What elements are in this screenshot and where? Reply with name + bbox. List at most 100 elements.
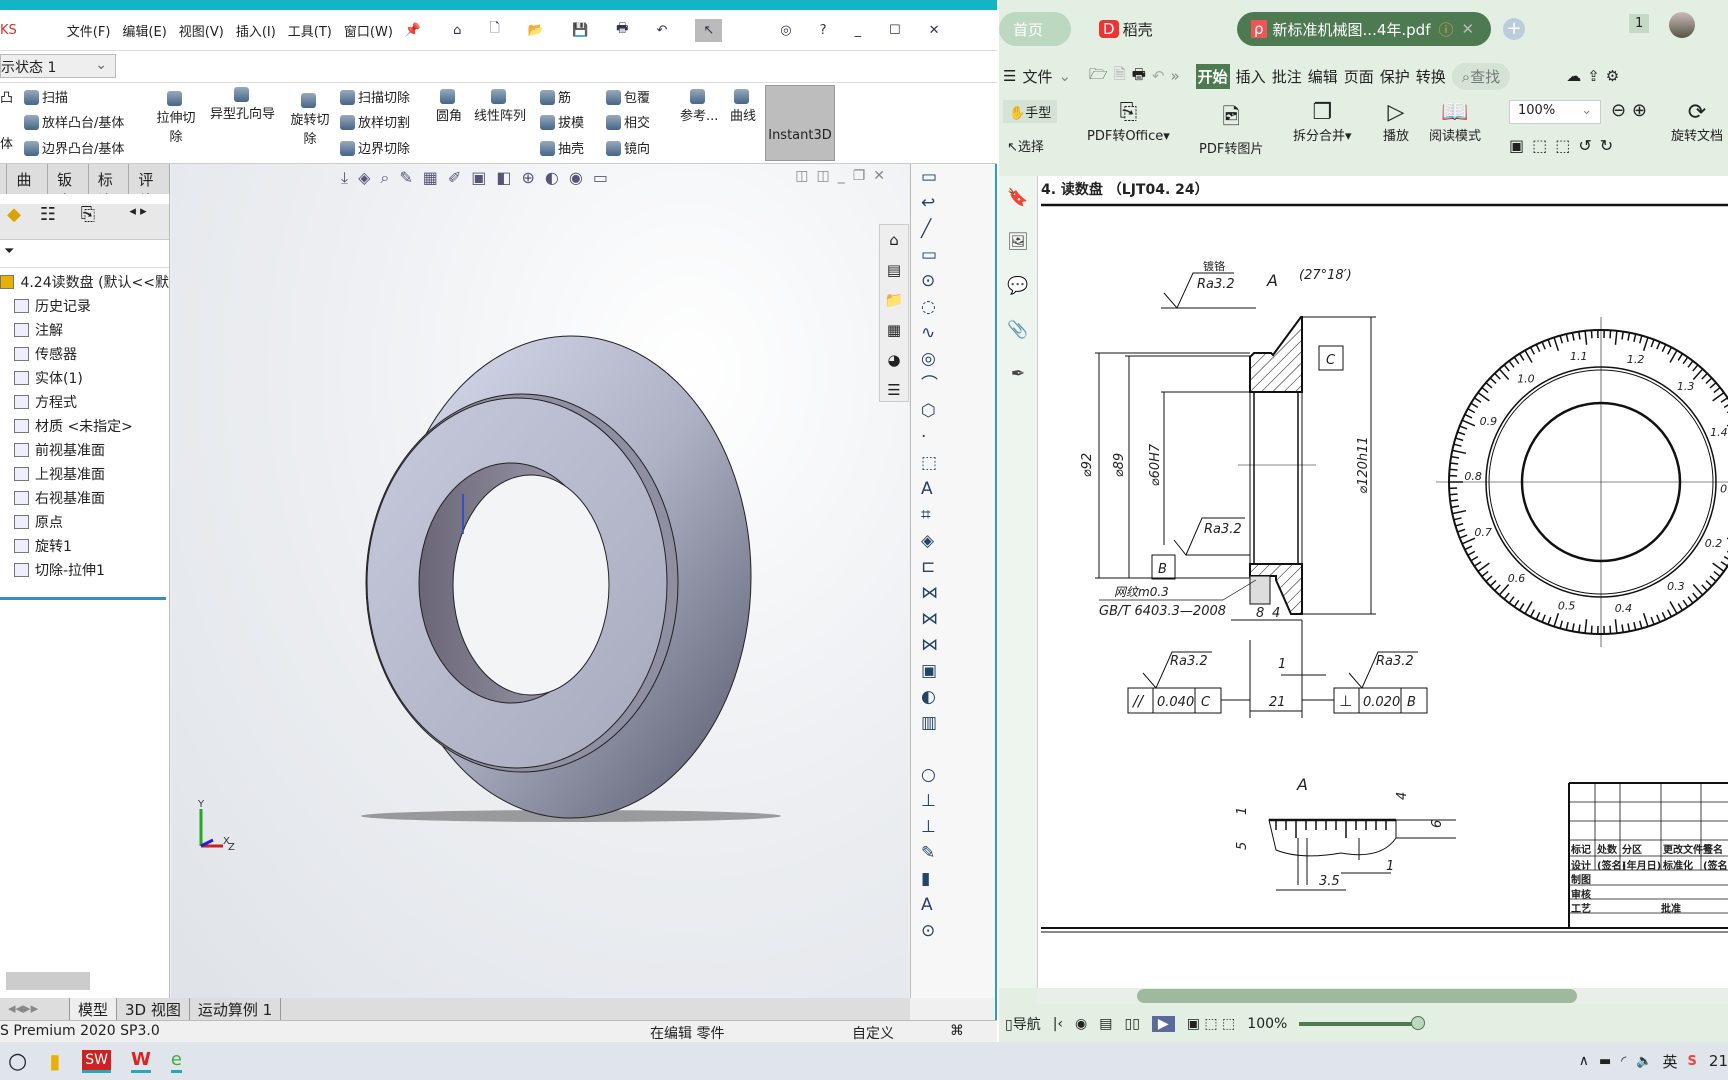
loft-cut-button[interactable]: 放样切割 <box>340 112 410 131</box>
avatar[interactable] <box>1669 12 1695 38</box>
tree-item[interactable]: 材质 <未指定> <box>0 414 169 438</box>
sweep-button[interactable]: 扫描 <box>24 87 68 106</box>
fillet-button[interactable]: 圆角 <box>436 89 462 124</box>
tree-item[interactable]: 历史记录 <box>0 294 169 318</box>
cloud-icon[interactable]: ☁ <box>1566 67 1581 85</box>
units-selector[interactable]: 自定义 <box>852 1023 894 1043</box>
menu-insert[interactable]: 插入(I) <box>236 21 276 40</box>
menu-protect[interactable]: 保护 <box>1380 66 1410 87</box>
wrap-button[interactable]: 包覆 <box>606 87 650 106</box>
split-merge-button[interactable]: ❐ 拆分合并▾ <box>1293 100 1352 144</box>
panel-scroll-arrows[interactable]: ◂ ▸ <box>108 204 168 239</box>
print-icon[interactable]: 🖶 <box>616 19 628 41</box>
new-document-icon[interactable]: 🗋 <box>489 19 499 41</box>
help-icon[interactable]: ? <box>820 23 827 38</box>
close-button[interactable]: ✕ <box>929 23 940 38</box>
solidworks-taskbar-icon[interactable]: SW <box>82 1049 111 1073</box>
search-box[interactable]: ⌕查找 <box>1451 62 1511 90</box>
curves-button[interactable]: 曲线 <box>730 89 756 124</box>
tree-item[interactable]: 注解 <box>0 318 169 342</box>
tree-item[interactable]: 4.24读数盘 (默认<<默 <box>0 270 169 294</box>
save-icon[interactable]: 🗎 <box>1114 64 1126 89</box>
settings-icon[interactable]: ⚙ <box>1606 67 1619 85</box>
page-fit-buttons[interactable]: ▣⬚⬚↺↻ <box>1509 136 1621 155</box>
close-tab-icon[interactable]: ✕ <box>1462 20 1475 38</box>
mirror-button[interactable]: 镜向 <box>606 138 650 157</box>
tree-item[interactable]: 上视基准面 <box>0 462 169 486</box>
feature-manager-tab-icon[interactable]: ◆ <box>0 204 28 239</box>
tab-features[interactable] <box>0 164 8 194</box>
menu-tools[interactable]: 工具(T) <box>288 21 332 40</box>
pin-icon[interactable]: 📌 <box>405 23 421 38</box>
tree-item[interactable]: 旋转1 <box>0 534 169 558</box>
wifi-icon[interactable]: ◜ <box>1621 1054 1626 1069</box>
sogou-icon[interactable]: S <box>1688 1054 1697 1069</box>
menu-edit[interactable]: 编辑 <box>1308 66 1338 87</box>
boundary-boss-button[interactable]: 边界凸台/基体 <box>24 138 124 157</box>
zoom-in-icon[interactable]: ⊕ <box>1632 100 1647 121</box>
extrude-cut-button[interactable]: 拉伸切除 <box>156 91 196 145</box>
zoom-slider[interactable] <box>1299 1016 1426 1030</box>
open-icon[interactable]: 🗁 <box>1089 64 1108 89</box>
display-state-dropdown[interactable]: 示状态 1 ⌄ <box>0 54 116 78</box>
window-count-badge[interactable]: 1 <box>1629 14 1650 33</box>
print-icon[interactable]: 🖶 <box>1132 64 1146 89</box>
loft-button[interactable]: 放样凸台/基体 <box>24 112 124 131</box>
fit-page-icons[interactable]: ▣ ⬚ ⬚ <box>1187 1016 1236 1032</box>
instant3d-button[interactable]: Instant3D <box>765 85 835 161</box>
pdf-to-image-button[interactable]: 🖻 PDF转图片 <box>1199 100 1263 157</box>
tab-model[interactable]: 模型 <box>70 998 118 1020</box>
clock[interactable]: 21 <box>1709 1052 1728 1070</box>
sketch-toolbar[interactable]: ▭ ↩ ╱ ▭ ⊙ ◌ ∿ ◎ ⌒ ⬡ · ⬚ A ⌗ ◈ ⊏ ⋈ ⋈ ⋈ ▣ ◐ ▥ ○ ⊥ ⊥ ✎ ▮ A ⊙ <box>910 164 995 998</box>
navigation-button[interactable]: ▯导航 <box>1005 1014 1041 1034</box>
browser-taskbar-icon[interactable]: e <box>170 1049 182 1073</box>
undo-icon[interactable]: ↶ <box>1152 67 1165 85</box>
share-icon[interactable]: ⇪ <box>1587 67 1600 85</box>
tab-home[interactable]: 首页 <box>999 12 1071 46</box>
home-icon[interactable]: ⌂ <box>453 23 461 38</box>
save-icon[interactable]: 💾 <box>572 23 588 38</box>
tab-motion-study[interactable]: 运动算例 1 <box>190 998 282 1020</box>
menu-insert[interactable]: 插入 <box>1236 66 1266 87</box>
boundary-cut-button[interactable]: 边界切除 <box>340 138 410 157</box>
status-zoom-value[interactable]: 100% <box>1247 1016 1287 1032</box>
maximize-button[interactable]: ☐ <box>889 23 901 38</box>
menu-page[interactable]: 页面 <box>1344 66 1374 87</box>
wps-taskbar-icon[interactable]: W <box>130 1049 151 1073</box>
hand-tool-button[interactable]: ✋手型 <box>1003 100 1058 123</box>
tray-chevron-icon[interactable]: ∧ <box>1579 1053 1589 1069</box>
draft-button[interactable]: 拔模 <box>540 112 584 131</box>
tag-icon[interactable]: ⌘ <box>950 1023 964 1039</box>
eye-icon[interactable]: ◉ <box>1075 1016 1087 1032</box>
graphics-viewport[interactable]: ⤓◈⌕✎▦✐▣◧⊕◐◉▭ ◫◫_❐✕ ⌂ ▤ 📁 ▦ ◕ ☰ Y X Z <box>171 164 909 998</box>
user-icon[interactable]: ◎ <box>780 23 791 38</box>
pdf-to-office-button[interactable]: ⎘ PDF转Office▾ <box>1087 100 1170 144</box>
revolve-cut-button[interactable]: 旋转切除 <box>290 93 330 147</box>
linear-pattern-button[interactable]: 线性阵列 <box>474 89 526 124</box>
sketch-tools-icons[interactable]: ▭ ↩ ╱ ▭ ⊙ ◌ ∿ ◎ ⌒ ⬡ · ⬚ A ⌗ ◈ ⊏ ⋈ ⋈ ⋈ ▣ ◐ ▥ ○ ⊥ ⊥ ✎ ▮ A ⊙ <box>911 164 995 944</box>
horizontal-scrollbar[interactable] <box>6 972 90 990</box>
tab-scroll-arrows[interactable]: ◂◂▸▸ <box>0 998 70 1020</box>
tree-item[interactable]: 前视基准面 <box>0 438 169 462</box>
rib-button[interactable]: 筋 <box>540 87 571 106</box>
battery-icon[interactable]: ▬ <box>1599 1054 1611 1069</box>
first-page-icon[interactable]: |‹ <box>1053 1016 1063 1032</box>
tab-evaluate[interactable]: 评估 <box>129 164 170 210</box>
read-mode-button[interactable]: 📖 阅读模式 <box>1429 100 1481 144</box>
select-pointer-icon[interactable]: ↖ <box>695 18 723 42</box>
pdf-horizontal-scrollbar[interactable] <box>1037 988 1728 1004</box>
zoom-buttons[interactable]: ⊖ ⊕ <box>1611 100 1647 121</box>
tab-daoke[interactable]: D 稻壳 <box>1085 12 1167 46</box>
tree-item[interactable]: 方程式 <box>0 390 169 414</box>
new-tab-button[interactable]: + <box>1503 18 1525 40</box>
tree-item[interactable]: 传感器 <box>0 342 169 366</box>
menu-window[interactable]: 窗口(W) <box>344 21 393 40</box>
zoom-slider-thumb[interactable] <box>1411 1016 1426 1030</box>
configuration-manager-tab-icon[interactable]: ⎘ <box>68 204 108 239</box>
menu-file[interactable]: 文件(F) <box>67 21 111 40</box>
tab-sheet-metal[interactable]: 钣金 <box>48 164 89 210</box>
tree-item[interactable]: 原点 <box>0 510 169 534</box>
tree-item[interactable]: 切除-拉伸1 <box>0 558 169 582</box>
zoom-out-icon[interactable]: ⊖ <box>1611 100 1626 121</box>
intersect-button[interactable]: 相交 <box>606 112 650 131</box>
